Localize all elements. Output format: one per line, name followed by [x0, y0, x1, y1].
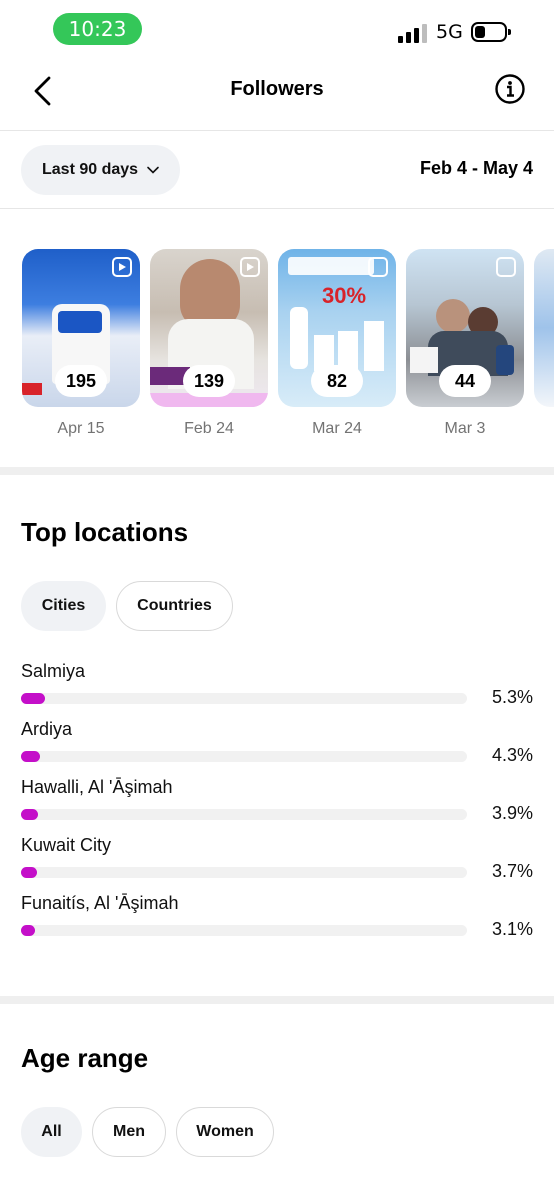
reel-count: 44	[439, 365, 491, 397]
filter-divider	[0, 208, 554, 209]
header-divider	[0, 130, 554, 131]
date-range-selected: Last 90 days	[42, 161, 139, 178]
tab-all[interactable]: All	[21, 1107, 82, 1157]
location-bar-track	[21, 751, 467, 762]
header: Followers	[0, 58, 554, 130]
age-range-title: Age range	[21, 1043, 149, 1073]
reel-icon	[112, 257, 132, 277]
reel-thumbnail[interactable]	[534, 249, 554, 407]
reel-date: Mar 3	[444, 420, 486, 437]
location-name: Ardiya	[21, 719, 73, 739]
reel-item[interactable]: 195 Apr 15	[22, 249, 140, 438]
followers-insights-screen: 10:23 5G Followers Last 90 days Feb 4 - …	[0, 0, 554, 1200]
tab-cities[interactable]: Cities	[21, 581, 106, 631]
location-name: Salmiya	[21, 661, 86, 681]
reel-date: Feb 24	[184, 420, 234, 437]
tab-women[interactable]: Women	[176, 1107, 274, 1157]
location-bar-track	[21, 693, 467, 704]
page-title: Followers	[230, 78, 324, 100]
reel-date: Mar 24	[312, 420, 362, 437]
reel-count: 82	[311, 365, 363, 397]
location-name: Funaitís, Al 'Āşimah	[21, 893, 179, 913]
reel-count: 195	[55, 365, 107, 397]
location-percent: 5.3%	[491, 687, 533, 707]
reel-item[interactable]: 44 Mar 3	[406, 249, 524, 438]
status-bar: 10:23 5G	[0, 0, 554, 58]
info-button[interactable]	[494, 73, 526, 105]
date-range-label: Feb 4 - May 4	[419, 158, 533, 178]
reel-thumbnail[interactable]: 44	[406, 249, 524, 407]
reel-thumbnail[interactable]: 139	[150, 249, 268, 407]
section-divider	[0, 467, 554, 475]
location-bar-track	[21, 925, 467, 936]
tab-men[interactable]: Men	[92, 1107, 166, 1157]
date-range-dropdown[interactable]: Last 90 days	[21, 145, 180, 195]
location-bar-track	[21, 809, 467, 820]
section-divider	[0, 996, 554, 1004]
location-bar-fill	[21, 751, 40, 762]
location-row: Salmiya 5.3%	[21, 661, 533, 719]
reel-date: Apr 15	[57, 420, 105, 437]
location-row: Kuwait City 3.7%	[21, 835, 533, 893]
status-time: 10:23	[53, 13, 142, 45]
location-bar-track	[21, 867, 467, 878]
reels-carousel[interactable]: 195 Apr 15 139 Feb 24 30% 82 Mar 24 44 M…	[22, 249, 554, 449]
location-row: Ardiya 4.3%	[21, 719, 533, 777]
tab-countries[interactable]: Countries	[116, 581, 233, 631]
location-name: Kuwait City	[21, 835, 112, 855]
location-percent: 3.9%	[491, 803, 533, 823]
battery-icon	[471, 22, 511, 42]
top-locations-title: Top locations	[21, 517, 189, 547]
reel-icon	[240, 257, 260, 277]
location-bar-fill	[21, 809, 38, 820]
location-percent: 3.7%	[491, 861, 533, 881]
location-percent: 4.3%	[491, 745, 533, 765]
chevron-down-icon	[147, 166, 159, 174]
reel-icon	[368, 257, 388, 277]
location-bar-fill	[21, 693, 45, 704]
location-row: Funaitís, Al 'Āşimah 3.1%	[21, 893, 533, 951]
signal-icon	[398, 24, 428, 43]
reel-item[interactable]: 139 Feb 24	[150, 249, 268, 438]
location-percent: 3.1%	[491, 919, 533, 939]
location-name: Hawalli, Al 'Āşimah	[21, 777, 173, 797]
location-row: Hawalli, Al 'Āşimah 3.9%	[21, 777, 533, 835]
network-label: 5G	[436, 21, 463, 43]
info-circle-icon	[495, 74, 525, 104]
location-bar-fill	[21, 925, 35, 936]
reel-thumbnail[interactable]: 30% 82	[278, 249, 396, 407]
location-bar-fill	[21, 867, 37, 878]
reel-item[interactable]: 30% 82 Mar 24	[278, 249, 396, 438]
reel-icon	[496, 257, 516, 277]
reel-item-partial[interactable]	[534, 249, 554, 407]
reel-count: 139	[183, 365, 235, 397]
reel-thumbnail[interactable]: 195	[22, 249, 140, 407]
